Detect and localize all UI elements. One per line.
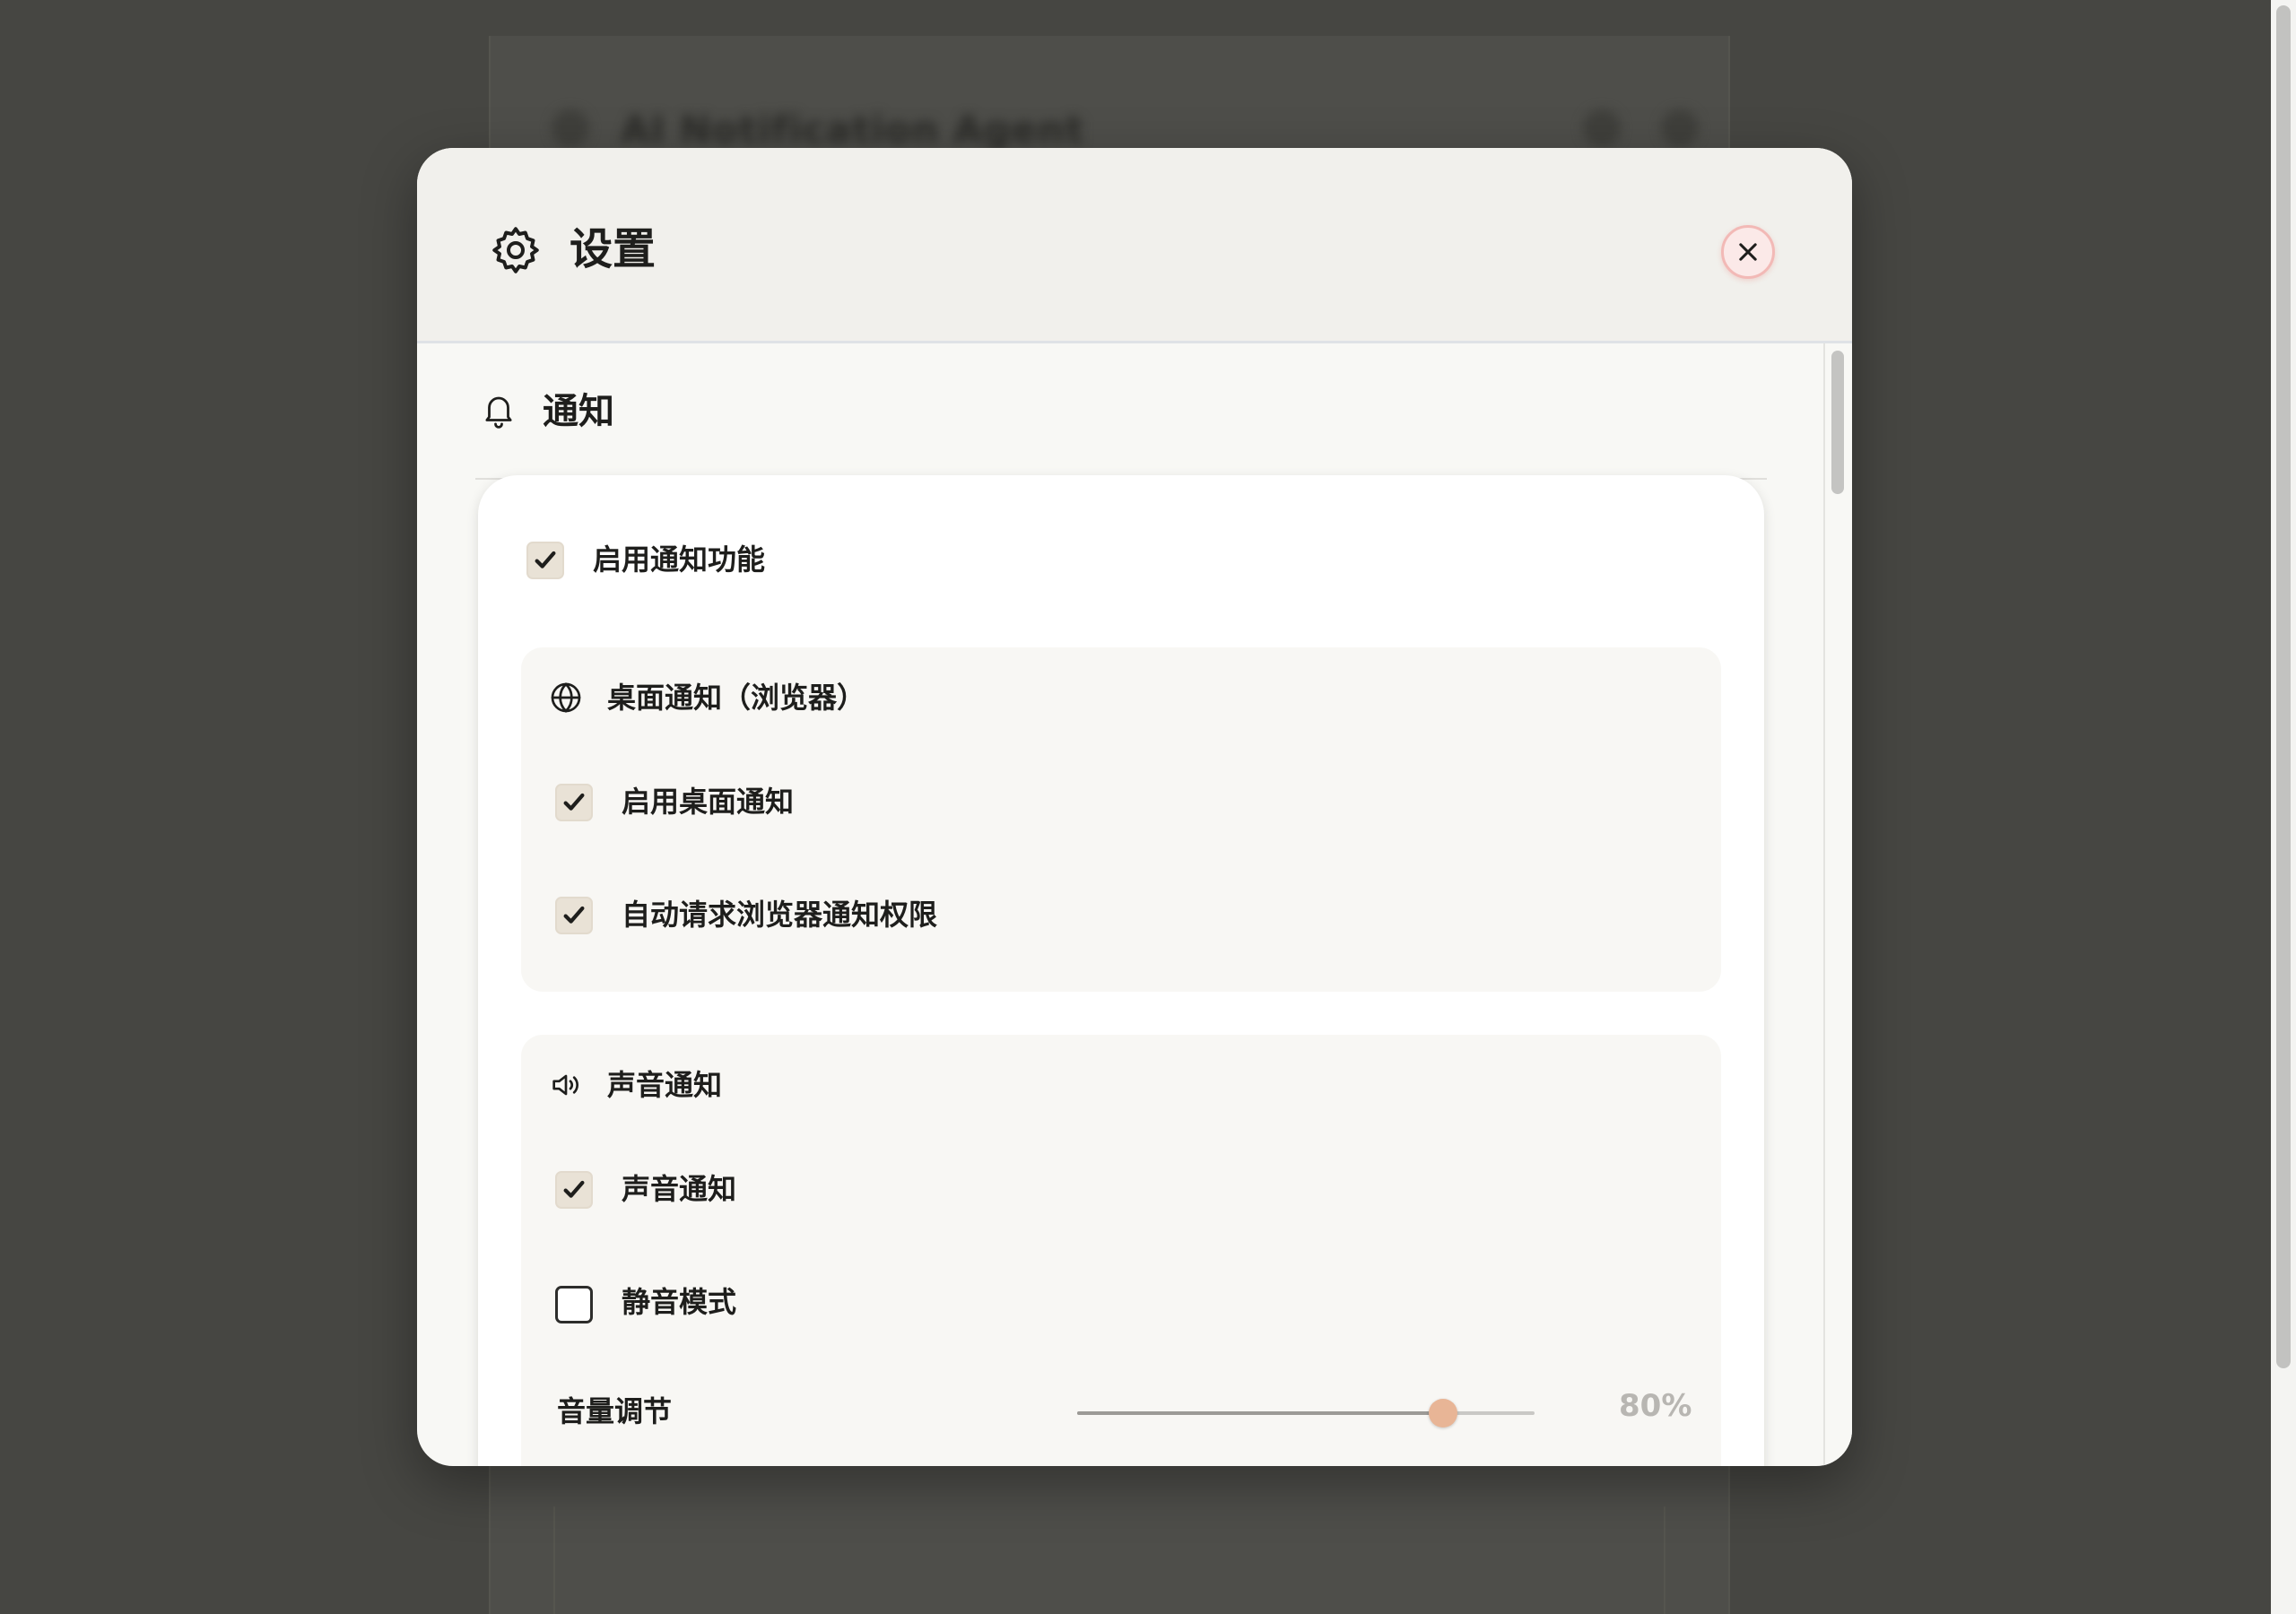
background-menu-icon [1661, 109, 1699, 147]
modal-title: 设置 [570, 224, 657, 274]
enable-notifications-checkbox[interactable] [526, 542, 564, 579]
modal-header: 设置 [417, 148, 1852, 343]
volume-value: 80% [1619, 1388, 1692, 1424]
auto-request-permission-checkbox[interactable] [555, 897, 593, 934]
globe-icon [551, 682, 581, 713]
background-app-title: AI Notification Agent [621, 108, 1085, 152]
checkmark-icon [563, 793, 585, 811]
background-action-icon [1583, 109, 1621, 147]
checkmark-icon [563, 1180, 585, 1198]
modal-scrollbar-thumb[interactable] [1831, 351, 1844, 494]
sound-notification-label: 声音通知 [622, 1172, 737, 1206]
settings-modal: 设置 通知 启用通知功能 桌面通知（浏览器） 启用桌面通知 自动请求浏览器通知权… [417, 148, 1852, 1466]
close-icon [1739, 243, 1757, 261]
background-content [553, 1506, 1665, 1614]
notifications-card: 启用通知功能 桌面通知（浏览器） 启用桌面通知 自动请求浏览器通知权限 声音通知… [478, 475, 1764, 1466]
checkmark-icon [563, 906, 585, 924]
bell-icon [485, 396, 512, 429]
gear-icon [492, 227, 539, 273]
checkmark-icon [535, 551, 556, 568]
sound-group-title: 声音通知 [607, 1068, 723, 1102]
page-scrollbar[interactable] [2271, 0, 2296, 1614]
enable-desktop-checkbox[interactable] [555, 784, 593, 821]
volume-slider-fill [1077, 1411, 1443, 1415]
enable-notifications-label: 启用通知功能 [593, 542, 766, 577]
page-scrollbar-thumb[interactable] [2276, 5, 2291, 1368]
modal-body: 通知 启用通知功能 桌面通知（浏览器） 启用桌面通知 自动请求浏览器通知权限 声… [417, 343, 1852, 1466]
notifications-section-title: 通知 [543, 391, 614, 432]
notifications-section-header: 通知 [475, 343, 1767, 480]
volume-slider[interactable] [1077, 1399, 1535, 1427]
speaker-icon [552, 1074, 578, 1096]
enable-desktop-label: 启用桌面通知 [622, 785, 795, 819]
sound-notification-checkbox[interactable] [555, 1171, 593, 1209]
mute-mode-label: 静音模式 [622, 1285, 737, 1319]
desktop-notification-group: 桌面通知（浏览器） 启用桌面通知 自动请求浏览器通知权限 [521, 647, 1721, 992]
desktop-group-title: 桌面通知（浏览器） [607, 681, 866, 715]
background-icon [552, 109, 589, 147]
mute-mode-checkbox[interactable] [555, 1286, 593, 1323]
close-button[interactable] [1721, 225, 1775, 279]
volume-label: 音量调节 [557, 1394, 673, 1428]
background-header: AI Notification Agent [491, 36, 1728, 161]
volume-slider-thumb[interactable] [1429, 1399, 1457, 1427]
modal-scrollbar[interactable] [1823, 343, 1852, 1466]
auto-request-permission-label: 自动请求浏览器通知权限 [622, 898, 938, 932]
sound-notification-group: 声音通知 声音通知 静音模式 音量调节 80% [521, 1035, 1721, 1466]
